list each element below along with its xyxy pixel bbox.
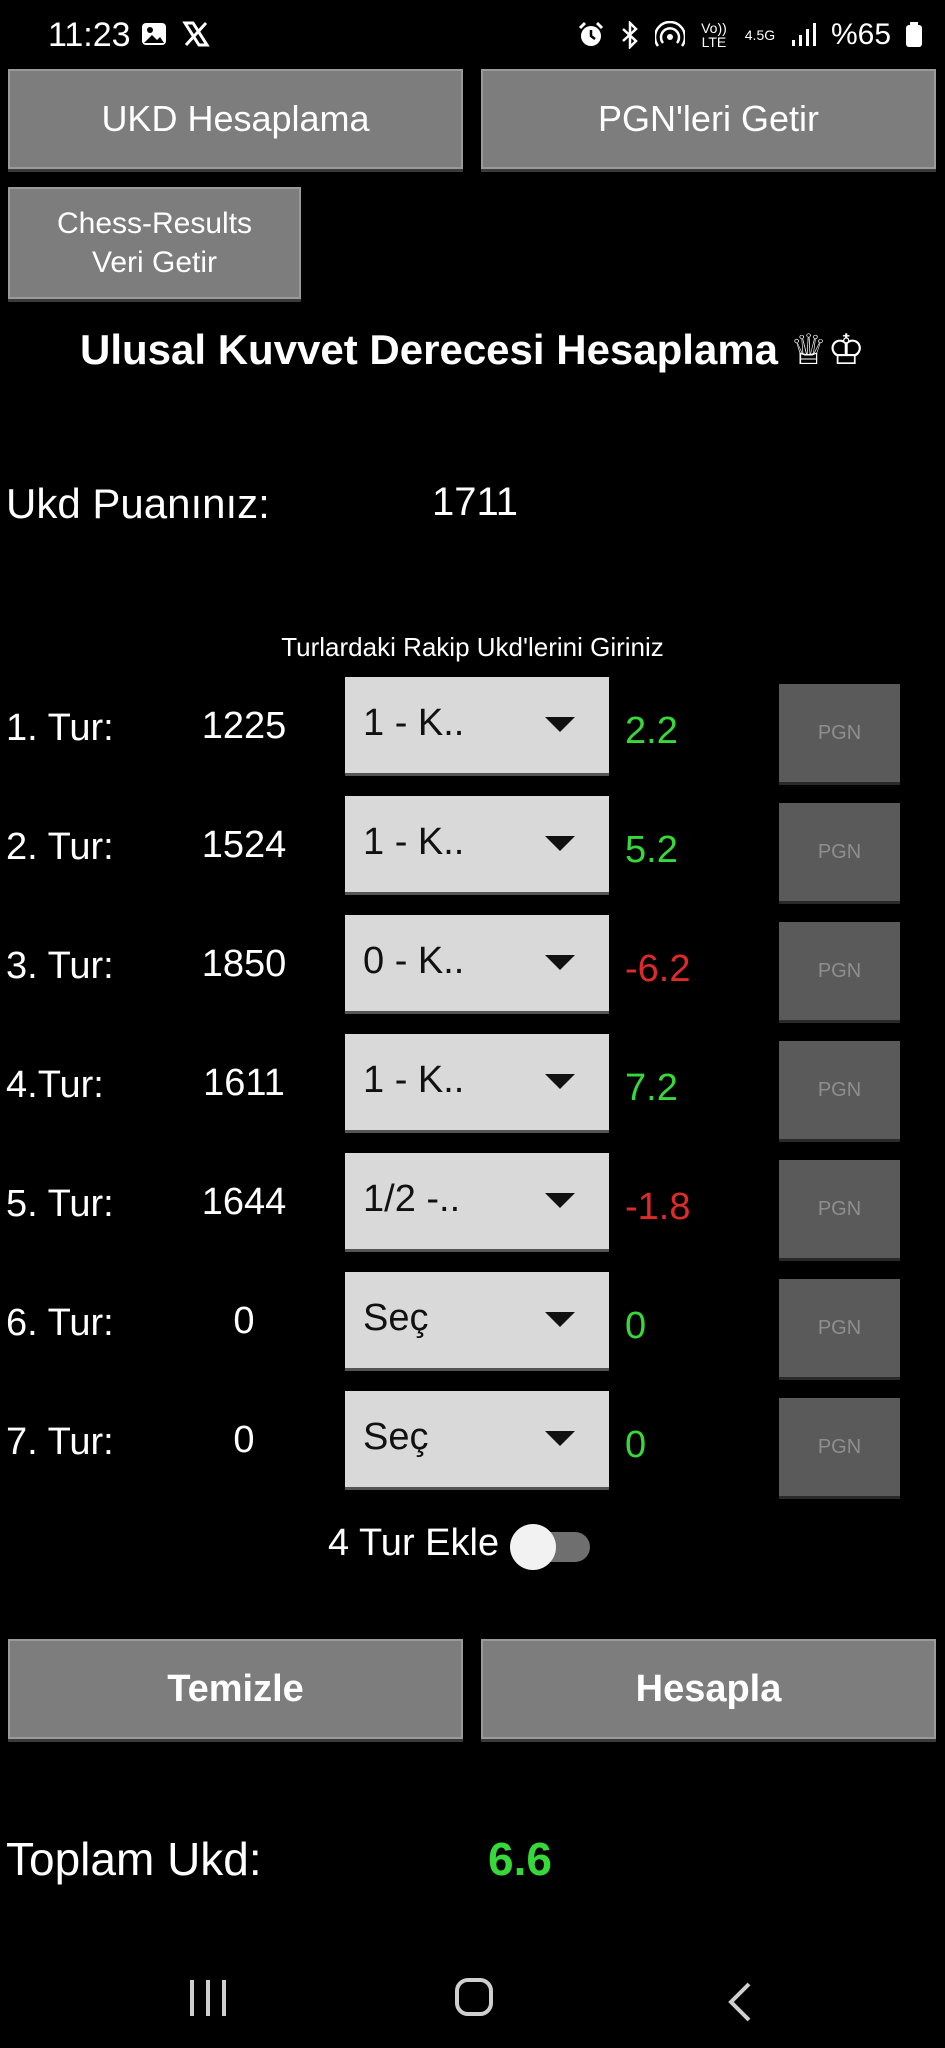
clear-button[interactable]: Temizle <box>8 1639 463 1739</box>
round-label: 1. Tur: <box>6 707 114 749</box>
battery-percent: %65 <box>830 18 891 51</box>
opponent-ukd-input[interactable]: 1524 <box>160 824 328 867</box>
dropdown-arrow-icon <box>545 1074 575 1089</box>
total-label: Toplam Ukd: <box>6 1833 262 1885</box>
dropdown-arrow-icon <box>545 955 575 970</box>
round-label: 2. Tur: <box>6 826 114 868</box>
ukd-input[interactable]: 1711 <box>432 480 518 525</box>
round-delta: 7.2 <box>625 1067 678 1109</box>
navigation-bar <box>0 1950 945 2048</box>
add-rounds-toggle-row: 4 Tur Ekle <box>0 1512 945 1572</box>
result-select[interactable]: 1 - K.. <box>345 1034 609 1130</box>
total-value: 6.6 <box>488 1833 552 1885</box>
calculate-button[interactable]: Hesapla <box>481 1639 936 1739</box>
add-rounds-label: 4 Tur Ekle <box>328 1522 500 1564</box>
opponent-ukd-input[interactable]: 1225 <box>160 705 328 748</box>
hotspot-icon <box>654 21 685 47</box>
pgn-button[interactable]: PGN <box>779 1398 900 1496</box>
result-select-value: 0 - K.. <box>363 940 465 982</box>
result-select-value: 1 - K.. <box>363 1059 465 1101</box>
opponent-ukd-input[interactable]: 1611 <box>160 1062 328 1105</box>
result-select-value: 1 - K.. <box>363 702 465 744</box>
round-row: 2. Tur: 1524 1 - K.. 5.2 PGN <box>0 796 945 901</box>
opponent-ukd-input[interactable]: 0 <box>160 1419 328 1462</box>
opponent-ukd-input[interactable]: 1644 <box>160 1181 328 1224</box>
dropdown-arrow-icon <box>545 717 575 732</box>
chess-results-button[interactable]: Chess-Results Veri Getir <box>8 187 301 299</box>
chess-results-line2: Veri Getir <box>91 246 218 279</box>
round-delta: 0 <box>625 1424 647 1466</box>
round-row: 3. Tur: 1850 0 - K.. -6.2 PGN <box>0 915 945 1020</box>
status-time: 11:23 <box>48 16 131 54</box>
page-title: Ulusal Kuvvet Derecesi Hesaplama ♕♔ <box>80 326 865 373</box>
dropdown-arrow-icon <box>545 836 575 851</box>
signal-icon <box>791 23 816 46</box>
pgn-button[interactable]: PGN <box>779 1160 900 1258</box>
pgn-button[interactable]: PGN <box>779 922 900 1020</box>
round-label: 3. Tur: <box>6 945 114 987</box>
round-delta: 0 <box>625 1305 647 1347</box>
rounds-hint: Turlardaki Rakip Ukd'lerini Giriniz <box>281 632 664 662</box>
x-app-icon <box>182 21 210 47</box>
ukd-hesaplama-button[interactable]: UKD Hesaplama <box>8 69 463 169</box>
result-select[interactable]: Seç <box>345 1391 609 1487</box>
result-select-value: Seç <box>363 1297 429 1339</box>
result-select[interactable]: 1 - K.. <box>345 677 609 773</box>
result-select[interactable]: 1 - K.. <box>345 796 609 892</box>
pgn-button[interactable]: PGN <box>779 1279 900 1377</box>
network-type: 4.5G <box>744 27 776 43</box>
dropdown-arrow-icon <box>545 1193 575 1208</box>
dropdown-arrow-icon <box>545 1312 575 1327</box>
pgn-button[interactable]: PGN <box>779 803 900 901</box>
round-delta: 5.2 <box>625 829 678 871</box>
round-row: 7. Tur: 0 Seç 0 PGN <box>0 1391 945 1496</box>
round-delta: 2.2 <box>625 710 678 752</box>
pgn-button[interactable]: PGN <box>779 1041 900 1139</box>
chess-results-line1: Chess-Results <box>56 207 253 240</box>
round-label: 6. Tur: <box>6 1302 114 1344</box>
result-select-value: 1 - K.. <box>363 821 465 863</box>
round-label: 4.Tur: <box>6 1064 104 1106</box>
opponent-ukd-input[interactable]: 0 <box>160 1300 328 1343</box>
result-select-value: 1/2 -.. <box>363 1178 461 1220</box>
round-row: 1. Tur: 1225 1 - K.. 2.2 PGN <box>0 677 945 782</box>
back-icon[interactable] <box>725 1980 755 2024</box>
round-delta: -6.2 <box>625 948 691 990</box>
round-label: 5. Tur: <box>6 1183 114 1225</box>
add-rounds-switch-knob[interactable] <box>510 1524 556 1570</box>
alarm-icon <box>578 21 604 46</box>
opponent-ukd-input[interactable]: 1850 <box>160 943 328 986</box>
recent-apps-icon[interactable] <box>190 1980 226 2016</box>
dropdown-arrow-icon <box>545 1431 575 1446</box>
result-select[interactable]: 0 - K.. <box>345 915 609 1011</box>
bluetooth-icon <box>622 21 638 49</box>
battery-icon <box>906 22 922 47</box>
round-delta: -1.8 <box>625 1186 691 1228</box>
round-row: 6. Tur: 0 Seç 0 PGN <box>0 1272 945 1377</box>
status-bar: 11:23 Vo)) LTE 4.5G %65 <box>0 0 945 72</box>
round-label: 7. Tur: <box>6 1421 114 1463</box>
round-row: 4.Tur: 1611 1 - K.. 7.2 PGN <box>0 1034 945 1139</box>
result-select[interactable]: 1/2 -.. <box>345 1153 609 1249</box>
volte-indicator: Vo)) LTE <box>701 20 727 50</box>
ukd-label: Ukd Puanınız: <box>6 480 270 527</box>
home-icon[interactable] <box>455 1978 493 2016</box>
result-select[interactable]: Seç <box>345 1272 609 1368</box>
gallery-icon <box>142 23 166 45</box>
pgn-getir-button[interactable]: PGN'leri Getir <box>481 69 936 169</box>
round-row: 5. Tur: 1644 1/2 -.. -1.8 PGN <box>0 1153 945 1258</box>
pgn-button[interactable]: PGN <box>779 684 900 782</box>
result-select-value: Seç <box>363 1416 429 1458</box>
